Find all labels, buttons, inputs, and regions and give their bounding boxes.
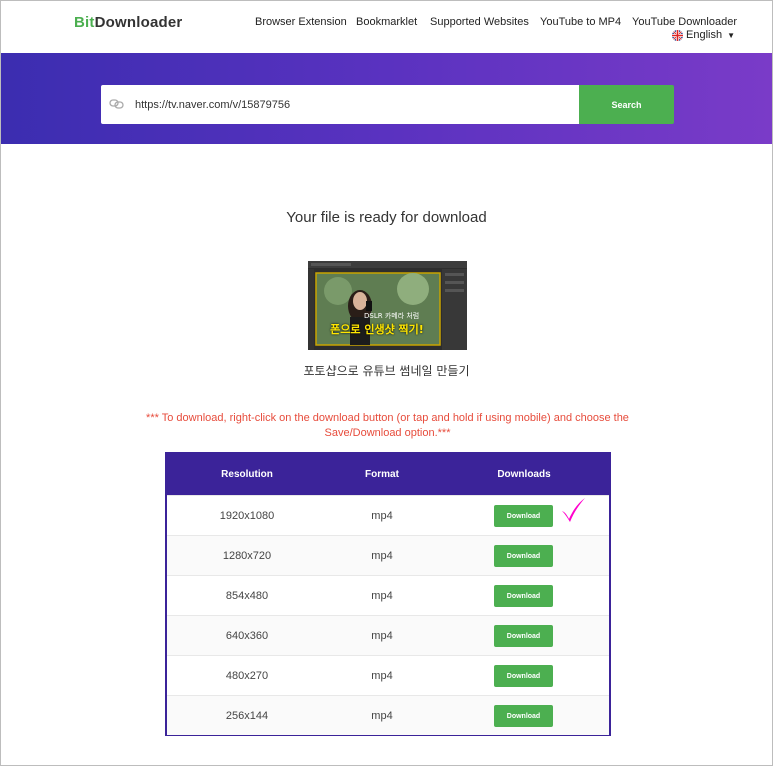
- download-button[interactable]: Download: [494, 625, 553, 647]
- resolution-cell: 640x360: [225, 630, 269, 642]
- nav-youtube-to-mp4[interactable]: YouTube to MP4: [540, 16, 621, 28]
- column-header-downloads: Downloads: [497, 469, 551, 480]
- format-cell: mp4: [371, 550, 393, 562]
- table-row: 1920x1080 mp4 Download: [167, 495, 609, 535]
- resolution-cell: 1920x1080: [219, 510, 275, 522]
- thumbnail-caption-2: 폰으로 인생샷 찍기!: [330, 323, 424, 336]
- search-box: [101, 85, 579, 124]
- nav-browser-extension[interactable]: Browser Extension: [255, 16, 347, 28]
- nav-bookmarklet[interactable]: Bookmarklet: [356, 16, 417, 28]
- page-title: Your file is ready for download: [286, 209, 487, 226]
- format-cell: mp4: [371, 630, 393, 642]
- download-button[interactable]: Download: [494, 665, 553, 687]
- language-selector[interactable]: English ▼: [672, 29, 735, 41]
- resolution-cell: 1280x720: [222, 550, 272, 562]
- download-instructions: *** To download, right-click on the down…: [146, 412, 629, 439]
- video-title: 포토샵으로 유튜브 썸네일 만들기: [303, 364, 470, 378]
- format-cell: mp4: [371, 590, 393, 602]
- table-row: 854x480 mp4 Download: [167, 575, 609, 615]
- search-hero: Search: [1, 53, 772, 144]
- nav-youtube-downloader[interactable]: YouTube Downloader: [632, 16, 737, 28]
- table-row: 480x270 mp4 Download: [167, 655, 609, 695]
- format-cell: mp4: [371, 670, 393, 682]
- column-header-format: Format: [365, 469, 399, 480]
- download-button[interactable]: Download: [494, 545, 553, 567]
- logo-text: Downloader: [94, 14, 183, 31]
- site-header: BitDownloader Browser Extension Bookmark…: [1, 1, 772, 53]
- table-row: 640x360 mp4 Download: [167, 615, 609, 655]
- format-cell: mp4: [371, 510, 393, 522]
- language-label: English: [686, 29, 723, 41]
- url-input[interactable]: [135, 85, 575, 124]
- site-logo[interactable]: BitDownloader: [74, 14, 182, 31]
- download-table: Resolution Format Downloads 1920x1080 mp…: [165, 452, 611, 736]
- checkmark-icon: [559, 497, 587, 523]
- search-button[interactable]: Search: [579, 85, 674, 124]
- video-thumbnail: DSLR 카메라 처럼 폰으로 인생샷 찍기!: [308, 261, 467, 350]
- link-icon: [109, 97, 134, 111]
- format-cell: mp4: [371, 710, 393, 722]
- table-header: Resolution Format Downloads: [167, 454, 609, 495]
- table-row: 1280x720 mp4 Download: [167, 535, 609, 575]
- download-button[interactable]: Download: [494, 505, 553, 527]
- chevron-down-icon: ▼: [727, 30, 735, 40]
- download-button[interactable]: Download: [494, 585, 553, 607]
- resolution-cell: 480x270: [225, 670, 269, 682]
- nav-supported-websites[interactable]: Supported Websites: [430, 16, 529, 28]
- uk-flag-icon: [672, 29, 683, 41]
- download-button[interactable]: Download: [494, 705, 553, 727]
- resolution-cell: 256x144: [225, 710, 269, 722]
- column-header-resolution: Resolution: [221, 469, 273, 480]
- table-row: 256x144 mp4 Download: [167, 695, 609, 735]
- resolution-cell: 854x480: [225, 590, 269, 602]
- logo-accent: Bit: [74, 14, 95, 31]
- thumbnail-caption-1: DSLR 카메라 처럼: [364, 312, 420, 320]
